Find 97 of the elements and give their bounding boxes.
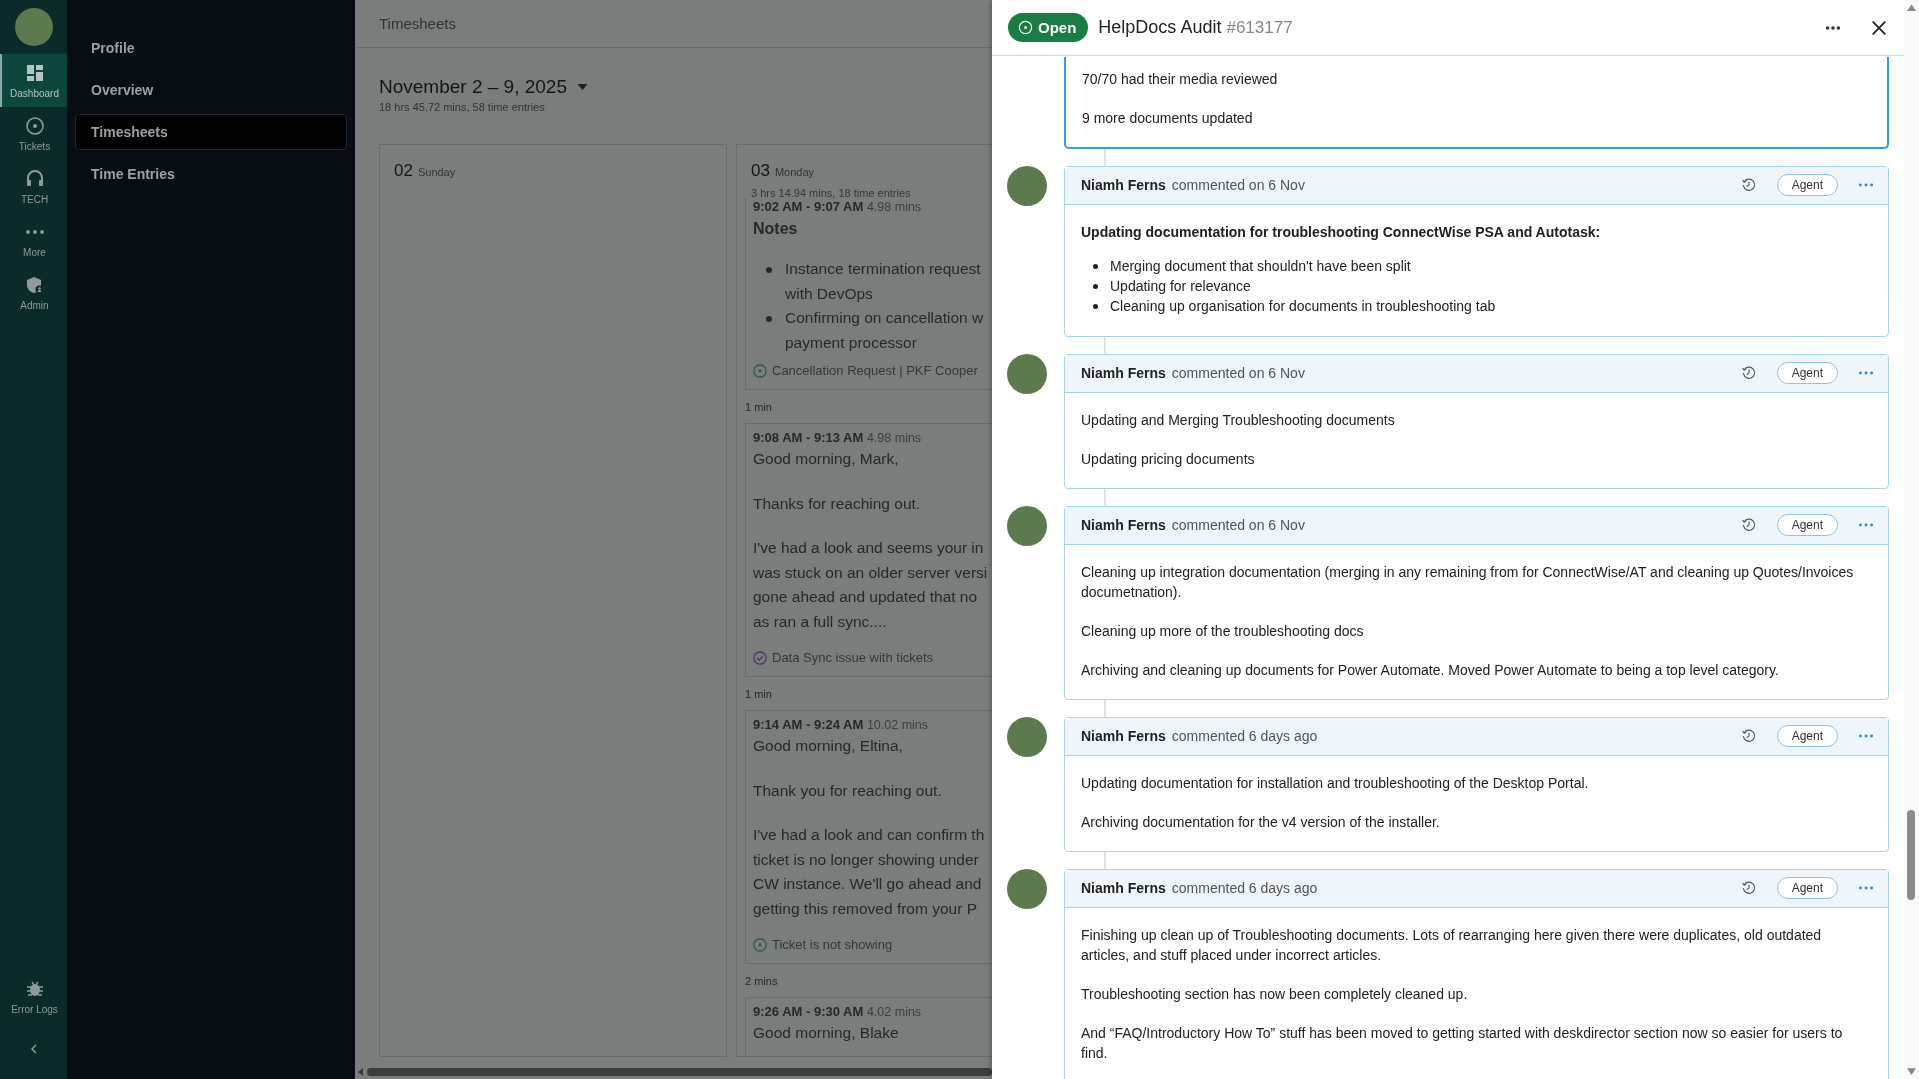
ticket-link[interactable]: Cancellation Request | PKF Cooper <box>772 363 978 378</box>
comment-heading: Updating documentation for troubleshooting ConnectWise PSA and Autotask: <box>1081 222 1602 242</box>
role-badge: Agent <box>1776 725 1838 747</box>
horizontal-scrollbar[interactable] <box>367 1068 992 1076</box>
entry-text: I've had a look and can confirm th ticket is no longer showing under CW instance. We'll go ahead and getting this removed from your P <box>753 825 986 919</box>
entry-text: Thank you for reaching out. <box>753 780 943 801</box>
user-avatar <box>1007 868 1047 909</box>
comment-text: Finishing up clean up of Troubleshooting documents. Lots of rearranging here given there were duplicates, old outdated articles, and stuff placed under incorrect articles. <box>1081 925 1823 965</box>
vertical-scrollbar[interactable] <box>1907 810 1915 900</box>
comment-author: Niamh Ferns <box>1081 880 1166 896</box>
comment-list-item: Merging document that shouldn't have been split <box>1093 255 1411 276</box>
rail-item[interactable]: Tickets <box>0 107 67 160</box>
day-number: 02 <box>394 161 413 181</box>
comment-author: Niamh Ferns <box>1081 728 1166 744</box>
caret-icon <box>577 84 588 90</box>
close-icon[interactable] <box>1870 18 1888 37</box>
entry-text: Good morning, Blake <box>753 1023 900 1043</box>
entry-heading: Notes <box>753 220 799 238</box>
user-avatar <box>1007 165 1047 206</box>
open-status-icon <box>1018 20 1033 35</box>
headset-icon <box>24 169 45 189</box>
comment-text: Cleaning up integration documentation (merging in any remaining from for ConnectWise/AT and cleaning up Quotes/Invoices documetnation). <box>1081 562 1855 602</box>
day-number: 03 <box>751 161 770 181</box>
history-icon[interactable] <box>1740 365 1757 381</box>
entry-time: 9:14 AM - 9:24 AM 10.02 mins <box>753 717 930 732</box>
comment-author: Niamh Ferns <box>1081 365 1166 381</box>
gap-duration: 1 min <box>745 400 773 415</box>
user-avatar <box>1007 716 1047 757</box>
role-badge: Agent <box>1776 514 1838 536</box>
day-name: Sunday <box>417 166 456 178</box>
entry-time: 9:02 AM - 9:07 AM 4.98 mins <box>753 199 923 214</box>
comment-text: Archiving and cleaning up documents for Power Automate. Moved Power Automate to being a top level category. <box>1081 660 1780 680</box>
scroll-up-icon[interactable] <box>1907 4 1916 11</box>
rail-item[interactable]: TECH <box>0 160 67 213</box>
comment-text: Archiving documentation for the v4 version of the installer. <box>1081 812 1441 832</box>
history-icon[interactable] <box>1740 177 1757 193</box>
rail-item[interactable]: Error Logs <box>0 970 67 1023</box>
comment-text: Updating documentation for installation and troubleshooting of the Desktop Portal. <box>1081 773 1590 793</box>
comment-text: Updating pricing documents <box>1081 449 1256 469</box>
user-avatar <box>1007 353 1047 394</box>
history-icon[interactable] <box>1740 880 1757 896</box>
ticket-link[interactable]: Ticket is not showing <box>772 937 893 952</box>
comment-text: 9 more documents updated <box>1082 108 1254 128</box>
comment-text: Troubleshooting section has now been completely cleaned up. <box>1081 984 1469 1004</box>
entry-time: 9:08 AM - 9:13 AM 4.98 mins <box>753 430 923 445</box>
comment-text: And “FAQ/Introductory How To” stuff has been moved to getting started with deskdirector section now so easier for users to find. <box>1081 1023 1844 1063</box>
entry-text: Good morning, Mark, <box>753 449 900 469</box>
comment-date: commented 6 days ago <box>1171 728 1318 744</box>
status-label: Open <box>1038 19 1077 36</box>
comment-author: Niamh Ferns <box>1081 517 1166 533</box>
gap-duration: 2 mins <box>745 974 779 989</box>
nav-item[interactable]: Timesheets <box>75 114 347 150</box>
entry-text: I've had a look and seems your in was stuck on an older server versi gone ahead and updated that no as ran a full sync.... <box>753 538 989 632</box>
range-summary: 18 hrs 45.72 mins, 58 time entries <box>378 100 546 113</box>
more-icon <box>24 229 45 235</box>
rail-item[interactable]: Admin <box>0 266 67 319</box>
scroll-down-icon[interactable] <box>1907 1068 1916 1075</box>
rail-item[interactable]: More <box>0 213 67 266</box>
nav-item[interactable]: Overview <box>75 72 347 108</box>
user-avatar[interactable] <box>14 8 53 46</box>
nav-item[interactable]: Time Entries <box>75 156 347 192</box>
comment-list-item: Cleaning up organisation for documents in troubleshooting tab <box>1093 295 1496 316</box>
nav-item[interactable]: Profile <box>75 30 347 66</box>
role-badge: Agent <box>1776 174 1838 196</box>
comment-author: Niamh Ferns <box>1081 177 1166 193</box>
entry-text: Good morning, Eltina, <box>753 736 904 756</box>
circle-dot-icon <box>24 116 45 136</box>
comment-date: commented on 6 Nov <box>1171 517 1305 533</box>
scroll-left-icon[interactable] <box>357 1068 365 1076</box>
role-badge: Agent <box>1776 362 1838 384</box>
entry-time: 9:26 AM - 9:30 AM 4.02 mins <box>753 1004 923 1019</box>
day-name: Monday <box>774 166 815 178</box>
user-avatar <box>1007 505 1047 546</box>
ticket-title: HelpDocs Audit <box>1098 17 1222 38</box>
ticket-number: #613177 <box>1226 17 1293 38</box>
comment-date: commented on 6 Nov <box>1171 177 1305 193</box>
history-icon[interactable] <box>1740 517 1757 533</box>
gap-duration: 1 min <box>745 687 773 702</box>
history-icon[interactable] <box>1740 728 1757 744</box>
day-summary: 3 hrs 14.94 mins, 18 time entries <box>750 186 912 199</box>
comment-text: Updating and Merging Troubleshooting documents <box>1081 410 1396 430</box>
entry-bullet: Confirming on cancellation w payment processor <box>766 306 992 355</box>
comment-text: 70/70 had their media reviewed <box>1082 69 1279 89</box>
comment-text: Cleaning up more of the troubleshooting docs <box>1081 621 1365 641</box>
comment-date: commented on 6 Nov <box>1171 365 1305 381</box>
bug-icon <box>24 979 45 999</box>
entry-text: Thanks for reaching out. <box>753 493 922 514</box>
dashboard-icon <box>24 63 45 83</box>
entry-bullet: Instance termination request with DevOps <box>766 257 992 306</box>
ticket-link[interactable]: Data Sync issue with tickets <box>772 650 934 665</box>
page-title: Timesheets <box>379 15 456 32</box>
rail-item[interactable]: Dashboard <box>0 54 67 107</box>
role-badge: Agent <box>1776 877 1838 899</box>
comment-date: commented 6 days ago <box>1171 880 1318 896</box>
shield-user-icon <box>24 275 45 295</box>
date-range-dropdown[interactable]: November 2 – 9, 2025 <box>379 76 588 98</box>
comment-list-item: Updating for relevance <box>1093 275 1251 296</box>
